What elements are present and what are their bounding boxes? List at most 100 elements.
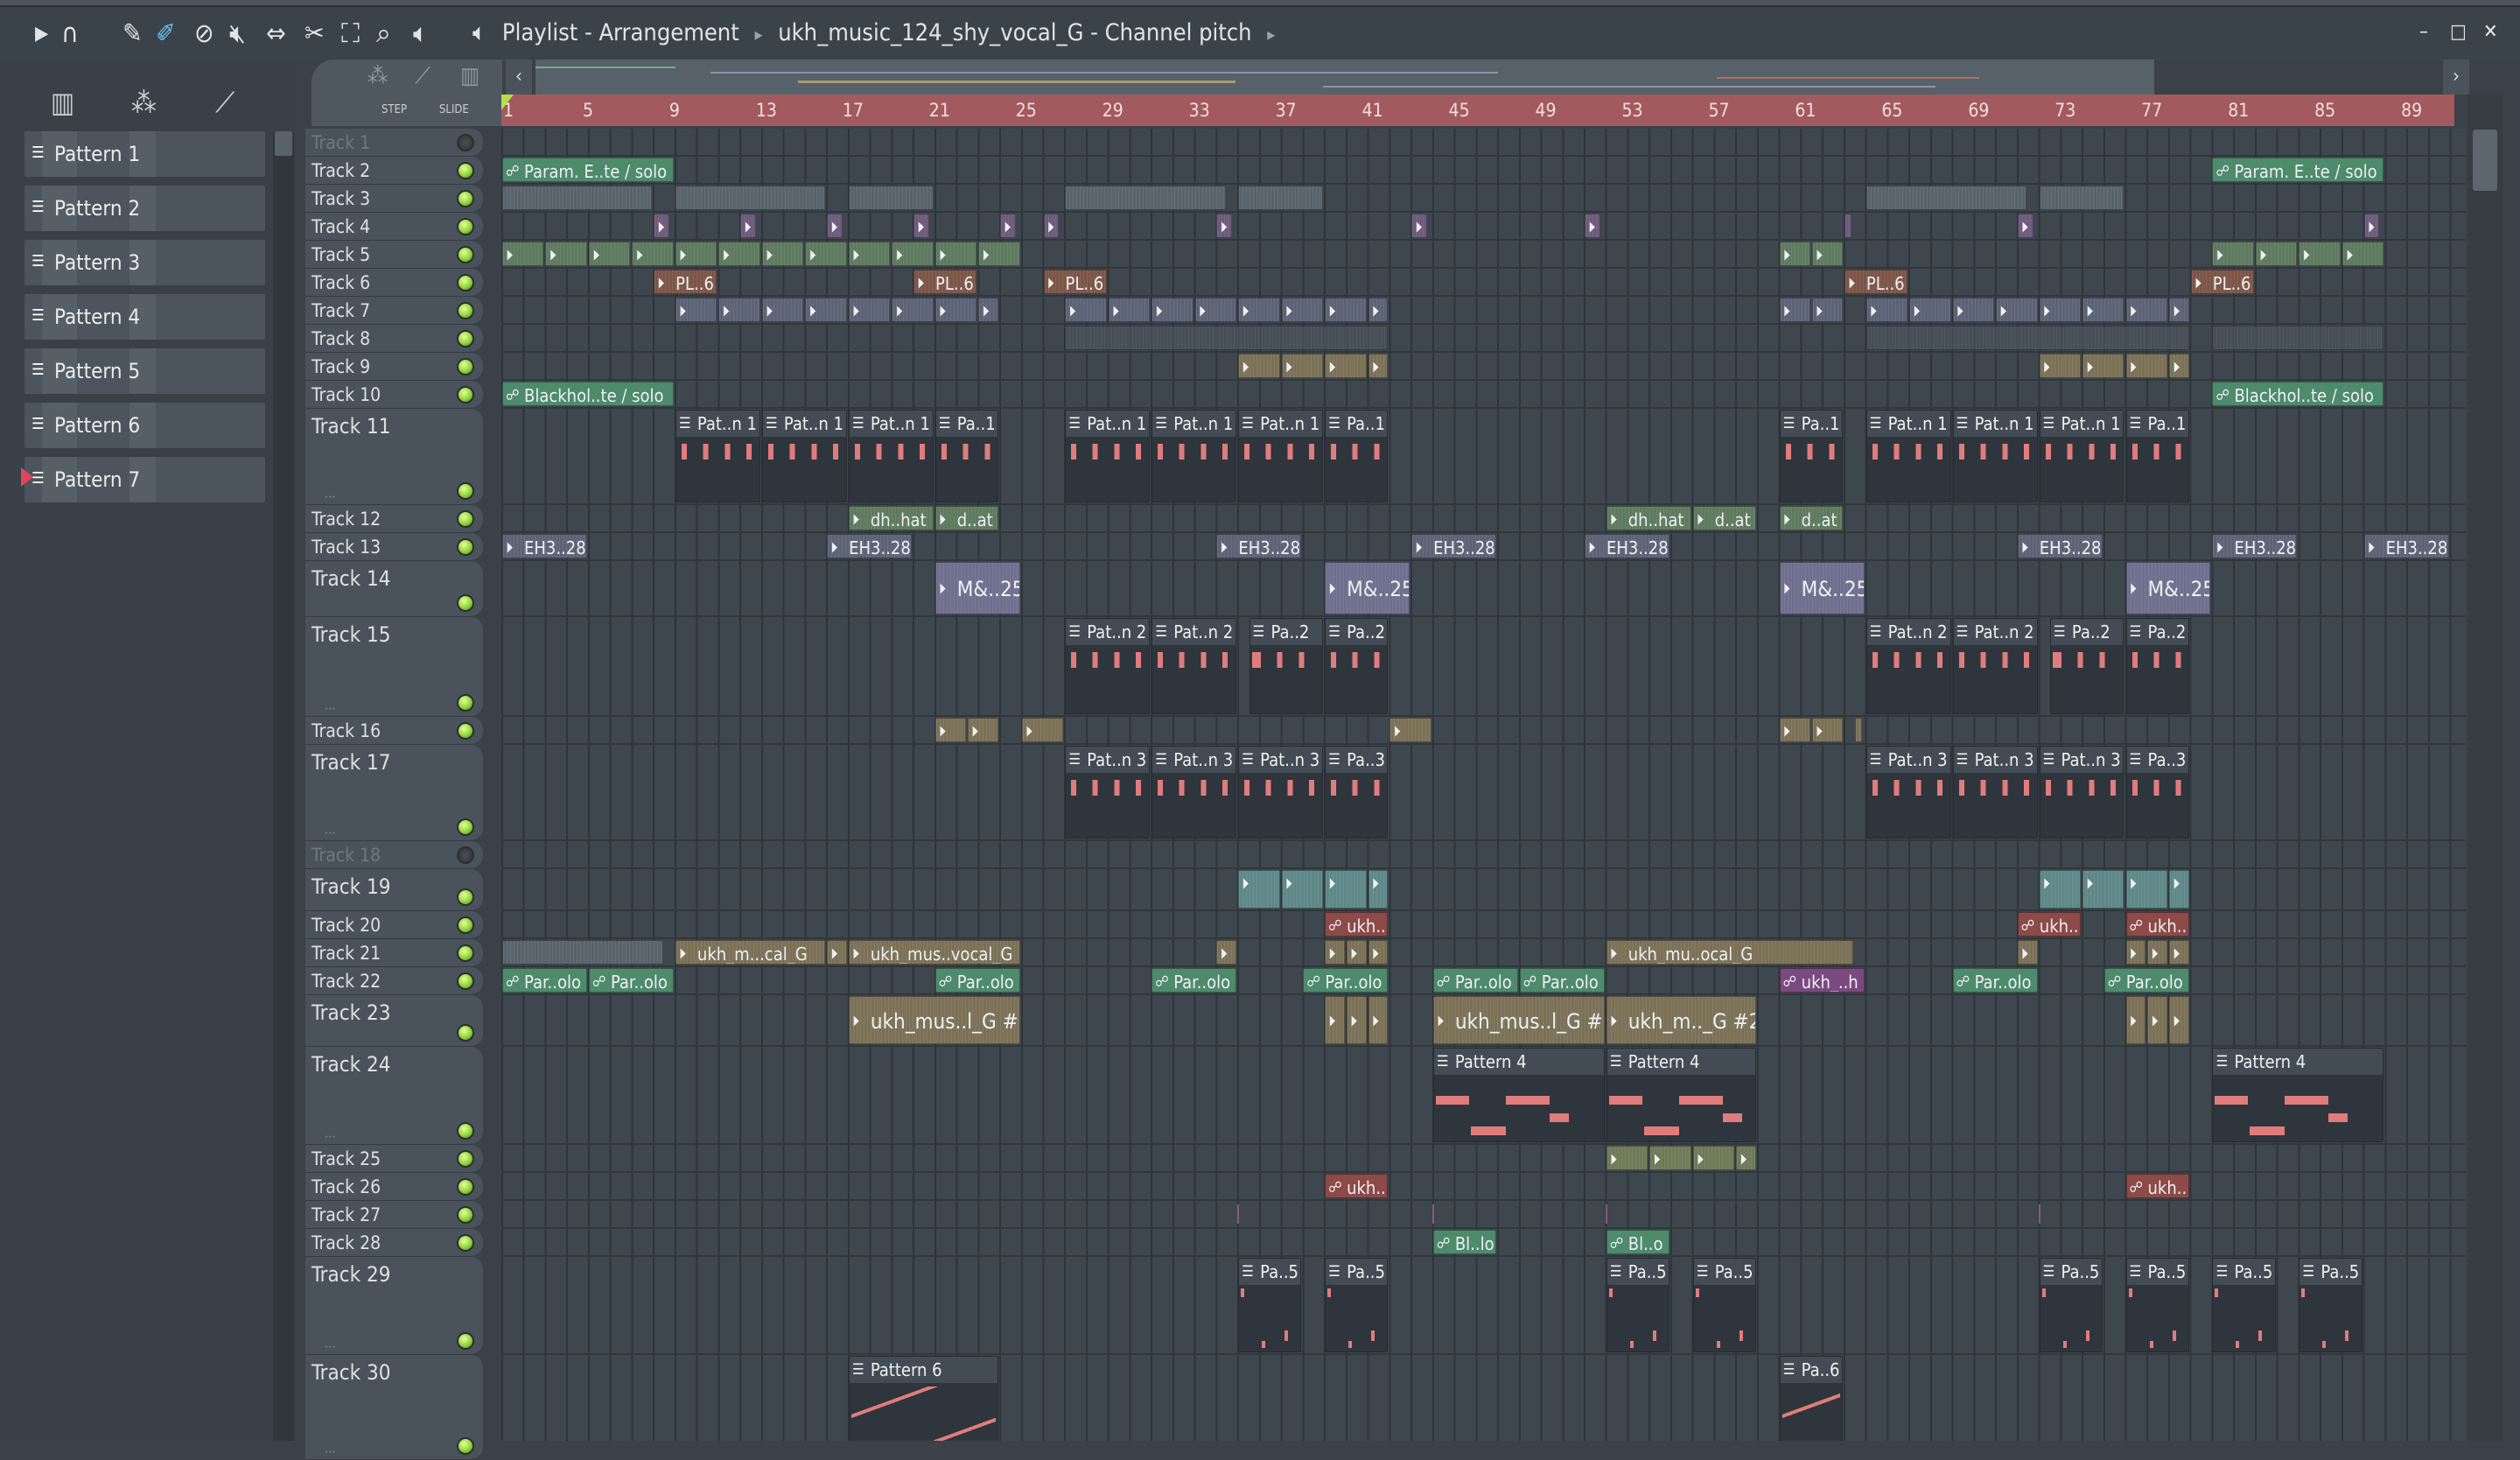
slide-toggle[interactable]: SLIDE xyxy=(439,103,469,116)
automation-clip[interactable]: ☍ Blackhol..te / solo xyxy=(502,382,674,406)
track-mute-led[interactable] xyxy=(457,510,474,528)
automation-clip[interactable]: ☍ ukh.. xyxy=(1325,1174,1389,1198)
automation-clip[interactable]: ☍ ukh.. xyxy=(2125,1174,2189,1198)
pattern-clip[interactable]: ☰ Pa..5 xyxy=(1606,1258,1670,1352)
pattern-clip[interactable]: ☰ Pa..5 xyxy=(2212,1258,2276,1352)
audio-clip[interactable]: ⏵ xyxy=(1325,298,1367,322)
audio-clip[interactable]: ⏵ xyxy=(1368,870,1389,909)
audio-clip[interactable]: ⏵ xyxy=(848,242,891,266)
audio-clip[interactable]: ⏵ xyxy=(978,242,1020,266)
audio-clip[interactable]: ⏵ EH3..28 xyxy=(1585,534,1670,558)
track-mute-led[interactable] xyxy=(457,846,474,864)
audio-clip[interactable]: ⏵ xyxy=(2039,354,2081,378)
pattern-clip[interactable]: ☰ Pa..5 xyxy=(2039,1258,2103,1352)
track-header[interactable]: Track 14 xyxy=(305,561,483,617)
audio-clip[interactable]: ⏵ PL..6 xyxy=(1043,270,1107,294)
track-lane[interactable]: ⏵ ⏵ ⏵ ⏵ ⏵ ⏵ ⏵ ⏵ xyxy=(501,869,2466,911)
audio-clip[interactable]: ⏵ xyxy=(1043,214,1060,238)
track-lane[interactable]: ⏵ ⏵ ⏵ ⏵ ⏵ ⏵ xyxy=(501,717,2466,745)
audio-clip[interactable]: ⏵ xyxy=(761,242,804,266)
audio-clip[interactable]: ⏵ xyxy=(1811,298,1843,322)
track-mute-led[interactable] xyxy=(457,538,474,556)
track-resize-handle[interactable]: ⋯ xyxy=(325,1340,336,1354)
pattern-clip[interactable]: ☰ Pat..n 2 xyxy=(1866,618,1951,714)
audio-clip[interactable]: ⏵ M&..25 xyxy=(934,562,1020,614)
pattern-clip[interactable]: ☰ Pattern 4 xyxy=(2212,1048,2384,1142)
audio-clip[interactable]: ⏵ xyxy=(718,242,760,266)
audio-clip[interactable] xyxy=(1238,186,1324,210)
track-lane[interactable]: ⏵ dh..hat ⏵ d..at ⏵ dh..hat ⏵ d..at ⏵ d..at xyxy=(501,505,2466,533)
track-header[interactable]: Track 27 xyxy=(305,1201,483,1229)
track-header[interactable]: Track 7 xyxy=(305,297,483,325)
audio-clip[interactable]: ⏵ xyxy=(827,940,847,965)
audio-clip[interactable]: ⏵ xyxy=(914,214,929,238)
audio-clip[interactable]: ⏵ xyxy=(2342,242,2384,266)
slice-icon[interactable]: ✂ xyxy=(304,19,325,49)
track-mute-led[interactable] xyxy=(457,722,474,740)
audio-clip[interactable]: ⏵ EH3..28 xyxy=(827,534,913,558)
audio-clip[interactable]: ⏵ xyxy=(2299,242,2341,266)
automation-clip[interactable]: ☍ ukh.. xyxy=(1325,912,1389,937)
automation-clip[interactable]: ☍ Par..olo xyxy=(934,968,1020,993)
scroll-left-button[interactable]: ‹ xyxy=(506,60,532,95)
track-header[interactable]: Track 4 xyxy=(305,213,483,241)
track-lane[interactable]: ☍ Blackhol..te / solo ☍ Blackhol..te / solo xyxy=(501,381,2466,409)
pattern-clip[interactable]: ☰ Pat..n 1 xyxy=(848,410,934,502)
track-lane[interactable]: ☍ Param. E..te / solo ☍ Param. E..te / solo xyxy=(501,157,2466,185)
track-lane[interactable]: ⏵ ⏵ ⏵ ⏵ ⏵ ⏵ ⏵ ⏵ ⏵ ⏵ ⏵ xyxy=(501,213,2466,241)
zoom-icon[interactable]: ⌕ xyxy=(376,19,391,49)
track-resize-handle[interactable]: ⋯ xyxy=(325,702,336,716)
playhead-marker[interactable] xyxy=(501,95,514,110)
audio-clip[interactable]: ⏵ xyxy=(848,298,891,322)
slip-icon[interactable]: ⇔ xyxy=(266,19,286,49)
track-lane[interactable] xyxy=(501,129,2466,157)
audio-clip[interactable]: ⏵ xyxy=(632,242,674,266)
automation-clip[interactable]: ☍ Par..olo xyxy=(2104,968,2189,993)
audio-clip[interactable]: ⏵ xyxy=(2147,996,2167,1044)
audio-clip[interactable]: ⏵ xyxy=(1108,298,1151,322)
track-lane[interactable]: ☰ Pa..5 ☰ Pa..5 ☰ Pa..5 ☰ Pa..5 ☰ Pa..5 ☰ Pa..5 ☰ Pa.… xyxy=(501,1257,2466,1355)
pattern-list-item[interactable]: ☰ Pattern 1 xyxy=(24,131,265,177)
track-lane[interactable]: ☰ Pat..n 3 ☰ Pat..n 3 ☰ Pat..n 3 ☰ Pa..3 ☰ Pat..n… xyxy=(501,745,2466,841)
track-mute-led[interactable] xyxy=(457,972,474,990)
pattern-list-item[interactable]: ☰ Pattern 3 xyxy=(24,240,265,285)
track-mute-led[interactable] xyxy=(457,162,474,179)
track-header[interactable]: Track 18 xyxy=(305,841,483,869)
audio-clip[interactable]: ⏵ xyxy=(1866,298,1908,322)
track-lane[interactable]: ☍ Par..olo ☍ Par..olo ☍ Par..olo ☍ Par..olo ☍ Par… xyxy=(501,967,2466,995)
pattern-clip[interactable]: ☰ Pa..1 xyxy=(934,410,999,502)
pattern-clip[interactable]: ☰ Pat..n 1 xyxy=(1952,410,2038,502)
automation-clip[interactable]: ☍ Par..olo xyxy=(1152,968,1237,993)
automation-clip[interactable]: ☍ Par..olo xyxy=(1303,968,1389,993)
timeline-ruler[interactable]: 1 5 9 13 17 21 25 29 33 37 41 45 49 53 57 61 65 69 73 77 81 8… xyxy=(501,95,2454,126)
playlist-grid[interactable]: ☍ Param. E..te / solo ☍ Param. E..te / solo… xyxy=(501,129,2466,1441)
automation-clip[interactable]: ☍ Bl..o xyxy=(1606,1230,1670,1254)
audio-clip[interactable]: ⏵ M&..25 xyxy=(2125,562,2211,614)
track-lane[interactable]: ⏵ ⏵ ⏵ ⏵ ⏵ ⏵ ⏵ ⏵ ⏵ ⏵ ⏵ ⏵ ⏵ ⏵ ⏵ ⏵ ⏵ ⏵ ⏵ ⏵ ⏵ ⏵ ⏵ ⏵ ⏵ ⏵ xyxy=(501,297,2466,325)
pattern-clip[interactable]: ☰ Pat..n 3 xyxy=(1065,746,1151,839)
track-lane[interactable]: ⏵ ukh_mus..l_G #2 ⏵ ⏵ ⏵ ⏵ ukh_mus..l_G #2 ⏵ ukh_… xyxy=(501,995,2466,1047)
track-lane[interactable]: ⏵ ⏵ ⏵ ⏵ ⏵ ⏵ ⏵ ⏵ ⏵ ⏵ ⏵ ⏵ ⏵ ⏵ ⏵ ⏵ ⏵ ⏵ xyxy=(501,241,2466,269)
track-lane[interactable]: ⏵ EH3..28 ⏵ EH3..28 ⏵ EH3..28 ⏵ EH3..28 ⏵ EH3..28… xyxy=(501,533,2466,561)
pattern-clip[interactable]: ☰ Pat..n 2 xyxy=(1152,618,1237,714)
audio-clip[interactable] xyxy=(1065,186,1226,210)
audio-clip[interactable]: ⏵ xyxy=(1692,1146,1735,1170)
scroll-thumb[interactable] xyxy=(275,131,292,156)
track-mute-led[interactable] xyxy=(457,1122,474,1140)
audio-clip[interactable]: ⏵ xyxy=(1238,354,1280,378)
track-lane[interactable]: ☍ ukh.. ☍ ukh.. xyxy=(501,1173,2466,1201)
track-mute-led[interactable] xyxy=(457,1178,474,1196)
audio-clip[interactable]: ⏵ xyxy=(1346,940,1367,965)
play-icon[interactable]: ▶ xyxy=(35,19,48,49)
audio-clip[interactable]: ⏵ xyxy=(1281,870,1324,909)
audio-clip[interactable]: ⏵ xyxy=(827,214,843,238)
audio-clip[interactable]: ⏵ xyxy=(2168,298,2189,322)
track-lane[interactable]: ☍ ukh.. ☍ ukh.. ☍ ukh.. xyxy=(501,911,2466,939)
pattern-clip[interactable]: ☰ Pattern 4 xyxy=(1432,1048,1605,1142)
track-mute-led[interactable] xyxy=(457,1024,474,1042)
track-mute-led[interactable] xyxy=(457,818,474,836)
audio-clip[interactable]: ⏵ xyxy=(1000,214,1016,238)
track-mute-led[interactable] xyxy=(457,246,474,263)
audio-clip[interactable]: ⏵ xyxy=(1779,298,1810,322)
audio-clip[interactable]: ⏵ xyxy=(588,242,631,266)
